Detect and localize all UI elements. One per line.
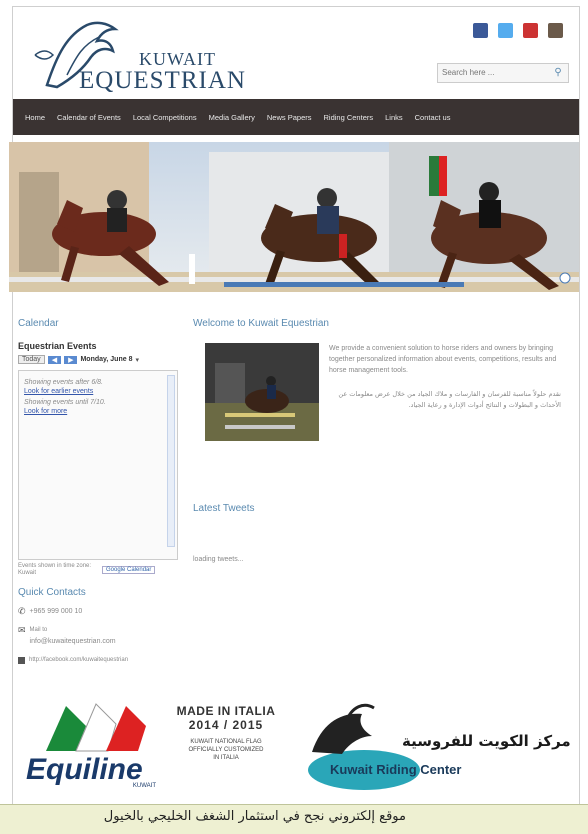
nav-media-gallery[interactable]: Media Gallery: [209, 113, 255, 122]
contact-facebook: http://facebook.com/kuwaitequestrian: [18, 655, 183, 666]
calendar-toolbar: Today ◀ ▶ Monday, June 8 ▾: [18, 355, 183, 364]
facebook-icon[interactable]: [473, 23, 488, 38]
look-earlier-link[interactable]: Look for earlier events: [24, 388, 164, 395]
supplier-text: KUWAIT NATIONAL FLAG OFFICIALLY CUSTOMIZ…: [188, 739, 264, 761]
nav-news-papers[interactable]: News Papers: [267, 113, 312, 122]
sidebar: Calendar Equestrian Events Today ◀ ▶ Mon…: [18, 318, 183, 666]
main-nav: Home Calendar of Events Local Competitio…: [13, 99, 579, 135]
google-calendar-button[interactable]: Google Calendar: [102, 566, 156, 574]
calendar-agenda: Showing events after 6/8. Look for earli…: [18, 370, 178, 560]
tweets-loading: loading tweets...: [193, 556, 244, 563]
nav-riding-centers[interactable]: Riding Centers: [324, 113, 374, 122]
facebook-small-icon: [18, 657, 25, 664]
nav-home[interactable]: Home: [25, 113, 45, 122]
hero-banner: [9, 142, 579, 292]
agenda-scrollbar[interactable]: [167, 375, 175, 547]
welcome-text-en: We provide a convenient solution to hors…: [329, 345, 557, 374]
mail-icon: ✉: [18, 625, 26, 635]
look-more-link[interactable]: Look for more: [24, 408, 164, 415]
nav-local-competitions[interactable]: Local Competitions: [133, 113, 197, 122]
main-content: Welcome to Kuwait Equestrian We provide …: [193, 318, 563, 565]
welcome-text-ar: نقدم حلولاً مناسبة للفرسان و الفارسات و …: [338, 390, 561, 409]
sponsor-logos: Equiline KUWAIT MADE IN ITALIA 2014 / 20…: [12, 688, 578, 800]
riding-center-en: Kuwait Riding Center: [330, 762, 462, 777]
equiline-logo[interactable]: Equiline KUWAIT: [26, 696, 166, 796]
nav-calendar[interactable]: Calendar of Events: [57, 113, 121, 122]
made-in-italia: MADE IN ITALIA 2014 / 2015 KUWAIT NATION…: [170, 704, 282, 762]
quick-contacts-title: Quick Contacts: [18, 587, 86, 598]
mail-label: Mail to: [29, 627, 48, 633]
prev-icon[interactable]: ◀: [47, 355, 62, 364]
today-button[interactable]: Today: [18, 355, 45, 364]
facebook-link[interactable]: http://facebook.com/kuwaitequestrian: [29, 655, 128, 666]
twitter-icon[interactable]: [498, 23, 513, 38]
timezone-note: Events shown in time zone: Kuwait: [18, 563, 92, 576]
email-link[interactable]: info@kuwaitequestrian.com: [30, 636, 116, 647]
events-title: Equestrian Events: [18, 341, 97, 351]
contact-phone: ✆ +965 999 000 10: [18, 606, 183, 617]
youtube-icon[interactable]: [523, 23, 538, 38]
welcome-title: Welcome to Kuwait Equestrian: [193, 318, 329, 329]
search-icon[interactable]: ⚲: [548, 64, 568, 82]
instagram-icon[interactable]: [548, 23, 563, 38]
phone-number: +965 999 000 10: [29, 608, 83, 615]
next-icon[interactable]: ▶: [64, 355, 78, 364]
made-in-text: MADE IN ITALIA: [176, 704, 276, 718]
welcome-section: We provide a convenient solution to hors…: [193, 341, 563, 441]
calendar-footer: Events shown in time zone: Kuwait Google…: [18, 563, 183, 577]
search-input[interactable]: [438, 64, 542, 80]
tweets-title: Latest Tweets: [193, 503, 255, 514]
showing-until: Showing events until 7/10.: [24, 399, 106, 406]
riding-center-ar: مركز الكويت للفروسية: [402, 732, 571, 750]
equiline-horses-icon: [46, 703, 146, 752]
year-text: 2014 / 2015: [188, 718, 264, 732]
caption-bar: موقع إلكتروني نجح في استثمار الشغف الخلي…: [0, 804, 588, 834]
showing-after: Showing events after 6/8.: [24, 379, 103, 386]
site-logo[interactable]: KUWAIT EQUESTRIAN: [27, 15, 245, 94]
phone-icon: ✆: [18, 606, 26, 616]
show-jumping-photo: [9, 142, 579, 292]
welcome-photo: [205, 343, 319, 441]
logo-text-equestrian: EQUESTRIAN: [79, 67, 246, 94]
nav-contact[interactable]: Contact us: [415, 113, 451, 122]
current-date: Monday, June 8: [80, 356, 133, 363]
calendar-title: Calendar: [18, 318, 59, 329]
social-links: [473, 23, 563, 38]
search-box: ⚲: [437, 63, 569, 83]
equiline-text: Equiline: [26, 753, 143, 786]
site-header: KUWAIT EQUESTRIAN ⚲: [13, 7, 579, 99]
contact-email: ✉ Mail to info@kuwaitequestrian.com: [18, 625, 183, 647]
agenda-content: Showing events after 6/8. Look for earli…: [24, 377, 164, 415]
caption-text: موقع إلكتروني نجح في استثمار الشغف الخلي…: [103, 809, 406, 824]
kuwait-riding-center-logo[interactable]: مركز الكويت للفروسية Kuwait Riding Cente…: [302, 692, 572, 792]
chevron-down-icon[interactable]: ▾: [135, 356, 139, 364]
nav-links[interactable]: Links: [385, 113, 403, 122]
